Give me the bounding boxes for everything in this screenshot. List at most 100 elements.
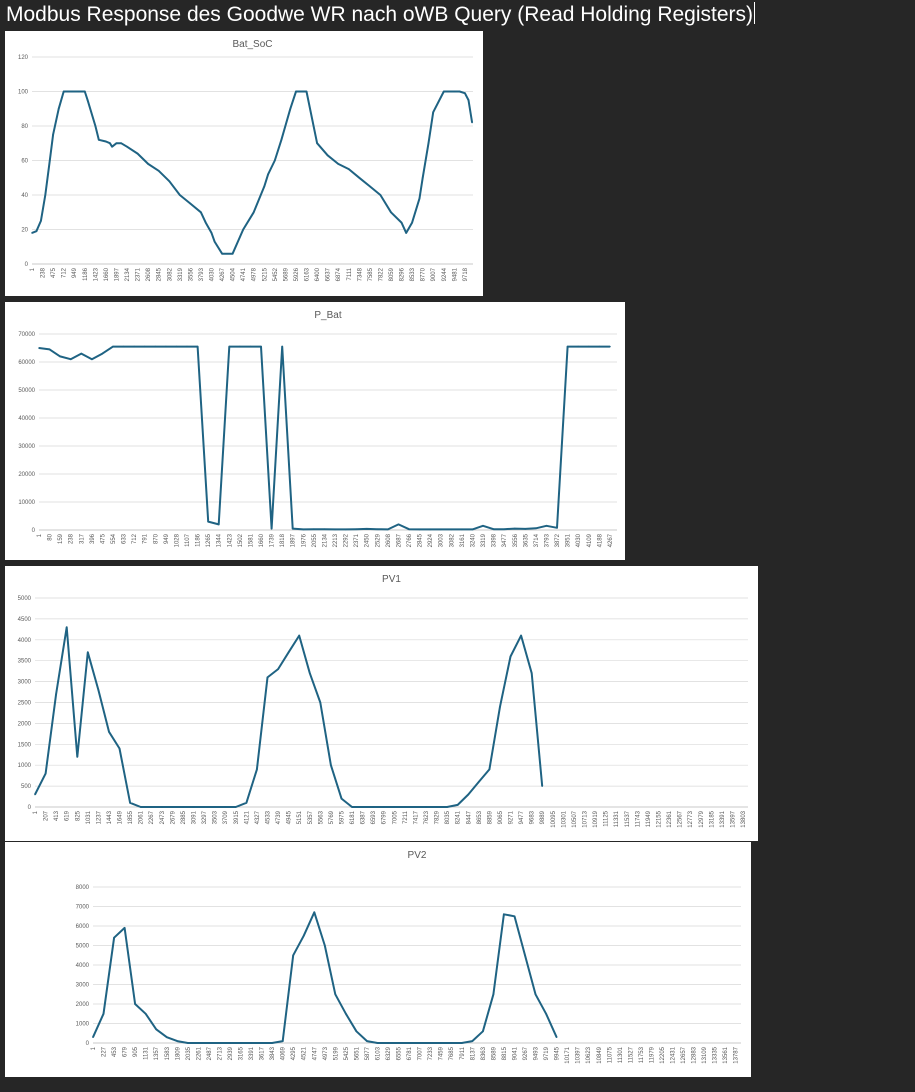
x-tick-label: 7829 [435,810,441,824]
x-tick-label: 2713 [217,1046,223,1060]
x-tick-label: 413 [54,810,60,821]
data-point [245,802,248,804]
x-tick-label: 1818 [280,533,286,547]
x-tick-label: 475 [51,267,57,278]
x-tick-label: 2924 [428,533,434,547]
x-tick-label: 13803 [741,810,747,827]
data-point [458,90,461,93]
data-point [390,211,392,214]
x-tick-label: 9244 [442,267,448,281]
x-tick-label: 3297 [202,810,208,824]
chart-title: Bat_SoC [232,39,272,50]
data-point [101,352,104,355]
x-tick-label: 317 [79,533,85,544]
data-point [482,525,484,527]
x-tick-label: 396 [90,533,96,544]
data-point [249,345,252,348]
data-point [298,90,301,93]
data-point [577,345,579,348]
data-point [365,528,368,530]
data-point [376,528,379,530]
x-tick-label: 5975 [339,810,345,824]
data-point [77,90,80,93]
x-tick-label: 5357 [308,810,314,824]
data-point [467,99,470,101]
data-point [204,221,207,224]
x-tick-label: 3714 [534,533,540,547]
data-point [334,993,337,996]
y-tick-label: 0 [32,528,36,534]
data-point [34,793,36,796]
x-tick-label: 2487 [207,1046,213,1060]
x-tick-label: 7623 [424,810,430,824]
x-tick-label: 8653 [477,810,483,824]
text-cursor-caret [754,2,756,24]
y-tick-label: 5000 [76,944,90,950]
data-point [52,133,54,136]
x-tick-label: 12979 [699,810,705,827]
data-point [534,993,537,996]
data-point [109,142,111,144]
x-tick-label: 4030 [209,267,215,281]
x-tick-label: 6781 [407,1046,413,1060]
data-point [337,163,340,165]
data-point [71,90,73,93]
data-point [461,528,463,531]
data-point [464,92,466,94]
x-tick-label: 12361 [667,810,673,827]
x-tick-label: 10713 [583,810,589,827]
x-tick-label: 8859 [487,810,493,824]
data-point [218,1042,221,1044]
data-point [242,228,244,231]
data-point [179,194,181,196]
x-tick-label: 11301 [618,1046,624,1063]
data-point [319,701,322,704]
data-point [62,90,65,93]
data-point [182,806,184,808]
data-point [213,806,216,808]
y-tick-label: 10000 [18,500,35,506]
x-tick-label: 4188 [597,533,603,547]
x-tick-label: 9267 [523,1046,529,1060]
x-tick-label: 4121 [244,810,250,824]
x-tick-label: 13335 [713,1046,719,1063]
x-tick-label: 2845 [418,533,424,547]
y-tick-label: 8000 [76,885,90,891]
x-tick-label: 10397 [576,1046,582,1063]
x-tick-label: 2134 [322,533,328,547]
x-tick-label: 2061 [139,810,145,824]
x-tick-label: 3872 [555,533,561,547]
y-tick-label: 60 [21,159,28,165]
data-point [213,240,216,243]
chart-panel-pv2: PV2 0 1000 2000 3000 4000 5000 6000 7000 8000 1 227… [5,842,751,1077]
x-tick-label: 5215 [262,267,268,281]
y-tick-label: 3000 [18,680,32,686]
x-tick-label: 3398 [492,533,498,547]
x-tick-label: 8533 [410,267,416,281]
x-tick-label: 453 [112,1046,118,1057]
x-tick-label: 2608 [146,267,152,281]
data-point [355,528,358,530]
y-tick-label: 80 [21,124,28,130]
data-point [139,806,142,808]
x-tick-label: 3391 [249,1046,255,1060]
data-point [196,345,199,348]
data-point [76,756,79,758]
y-tick-label: 120 [18,55,29,61]
x-tick-label: 5651 [354,1046,360,1060]
x-tick-label: 1186 [196,533,202,547]
x-tick-label: 5563 [318,810,324,824]
data-point [545,1013,547,1015]
page-title: Modbus Response des Goodwe WR nach oWB Q… [6,2,756,26]
x-tick-label: 3003 [439,533,445,547]
x-tick-label: 1443 [107,810,113,824]
x-tick-label: 6799 [382,810,388,824]
data-point [271,1042,273,1044]
x-tick-label: 8059 [389,267,395,281]
x-tick-label: 3793 [199,267,205,281]
x-tick-label: 1 [37,533,43,537]
chart-panel-p-bat: P_Bat 0 10000 20000 30000 40000 50000 60000 7000… [5,302,625,560]
data-point [192,806,195,808]
data-point [598,345,601,348]
data-point [136,152,139,155]
